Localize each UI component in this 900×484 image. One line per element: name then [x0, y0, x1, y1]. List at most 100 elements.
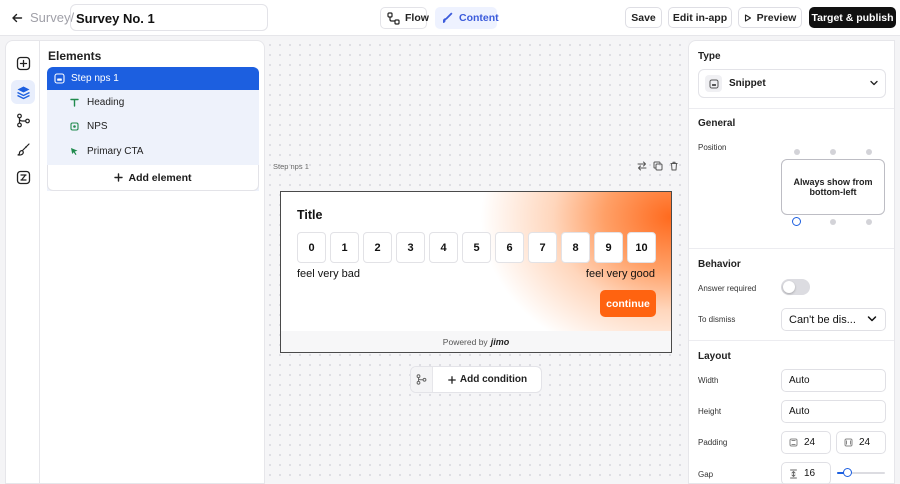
back-arrow-icon[interactable] [8, 9, 26, 27]
nps-low-label: feel very bad [297, 268, 360, 280]
height-input[interactable]: Auto [781, 400, 886, 423]
element-label: Heading [87, 97, 125, 108]
text-icon [70, 98, 79, 107]
play-icon [744, 13, 752, 22]
powered-by-text: Powered by [442, 336, 488, 347]
padding-horizontal-icon [844, 438, 853, 447]
nps-option[interactable]: 2 [363, 232, 392, 263]
continue-button[interactable]: continue [600, 290, 656, 317]
position-preview-card[interactable]: Always show from bottom-left [781, 159, 885, 215]
trash-icon[interactable] [669, 161, 679, 171]
add-element-label: Add element [128, 171, 192, 184]
branch-icon[interactable] [11, 108, 35, 132]
gap-slider-knob[interactable] [842, 468, 852, 477]
elements-panel: Elements Step nps 1 Heading NPS Primary … [39, 40, 265, 484]
element-label: NPS [87, 121, 108, 132]
chevron-down-icon [867, 315, 877, 323]
type-value: Snippet [729, 78, 766, 89]
padding-vertical-input[interactable]: 24 [781, 431, 831, 454]
position-dot-bottom-right[interactable] [866, 219, 872, 225]
type-section-title: Type [698, 51, 721, 62]
step-label: Step nps 1 [273, 162, 309, 171]
tab-content-label: Content [459, 12, 499, 24]
element-cta-row[interactable]: Primary CTA [47, 140, 259, 163]
top-bar: Survey/ Survey No. 1 Flow Content Save E… [0, 0, 900, 36]
to-dismiss-label: To dismiss [698, 315, 736, 324]
gap-icon [789, 469, 798, 479]
brush-icon[interactable] [11, 137, 35, 161]
gap-value: 16 [804, 468, 816, 479]
preview-label: Preview [756, 11, 797, 24]
to-dismiss-value: Can't be dis... [789, 313, 856, 326]
answer-required-label: Answer required [698, 284, 757, 293]
breadcrumb[interactable]: Survey/ [30, 10, 74, 25]
tool-rail [5, 40, 39, 484]
element-heading-row[interactable]: Heading [47, 91, 259, 114]
nps-option[interactable]: 5 [462, 232, 491, 263]
position-dot-bottom-left[interactable] [792, 217, 801, 226]
position-dot-top-left[interactable] [794, 149, 800, 155]
step-toolbar [637, 161, 679, 171]
padding-vertical-value: 24 [804, 437, 816, 448]
snippet-icon [705, 75, 722, 92]
add-condition-button[interactable]: Add condition [433, 367, 542, 392]
gap-slider[interactable] [837, 468, 885, 477]
answer-required-toggle[interactable] [781, 279, 810, 295]
layers-icon[interactable] [11, 80, 35, 104]
duplicate-icon[interactable] [653, 161, 663, 171]
position-dot-top-right[interactable] [866, 149, 872, 155]
nps-option[interactable]: 9 [594, 232, 623, 263]
tab-content[interactable]: Content [435, 7, 499, 29]
add-element-button[interactable]: Add element [47, 165, 259, 191]
properties-panel: Type Snippet General Position Always sho… [688, 40, 895, 484]
plus-icon [114, 173, 124, 182]
target-publish-button[interactable]: Target & publish [809, 7, 896, 28]
element-step-row[interactable]: Step nps 1 [47, 67, 259, 90]
swap-icon[interactable] [637, 161, 647, 171]
nps-option[interactable]: 10 [627, 232, 656, 263]
type-select[interactable]: Snippet [698, 69, 886, 98]
padding-horizontal-value: 24 [859, 437, 871, 448]
element-nps-row[interactable]: NPS [47, 115, 259, 138]
padding-horizontal-input[interactable]: 24 [836, 431, 886, 454]
nps-high-label: feel very good [585, 268, 655, 280]
nps-icon [70, 122, 79, 131]
plus-square-icon[interactable] [11, 51, 35, 75]
step-label: Step nps 1 [71, 73, 119, 84]
formula-icon[interactable] [11, 165, 35, 189]
preview-button[interactable]: Preview [738, 7, 802, 28]
width-input[interactable]: Auto [781, 369, 886, 392]
behavior-section-title: Behavior [698, 259, 741, 270]
nps-scale: 0 1 2 3 4 5 6 7 8 9 10 [297, 232, 656, 263]
nps-option[interactable]: 0 [297, 232, 326, 263]
content-brush-icon [441, 12, 454, 25]
save-button[interactable]: Save [625, 7, 662, 28]
divider [689, 108, 894, 109]
nps-option[interactable]: 6 [495, 232, 524, 263]
add-condition: Add condition [410, 366, 542, 393]
plus-icon [448, 375, 456, 384]
position-label: Position [698, 143, 727, 152]
snippet-preview[interactable]: Title 0 1 2 3 4 5 6 7 8 9 10 feel very b… [280, 191, 672, 353]
survey-name-input[interactable]: Survey No. 1 [70, 4, 268, 31]
edit-in-app-button[interactable]: Edit in-app [668, 7, 732, 28]
nps-option[interactable]: 4 [429, 232, 458, 263]
snippet-body: Title 0 1 2 3 4 5 6 7 8 9 10 feel very b… [281, 192, 671, 331]
elements-title: Elements [48, 49, 102, 63]
flow-icon [387, 11, 400, 25]
snippet-title[interactable]: Title [297, 208, 322, 222]
position-dot-top-center[interactable] [830, 149, 836, 155]
nps-option[interactable]: 7 [528, 232, 557, 263]
nps-option[interactable]: 1 [330, 232, 359, 263]
element-label: Primary CTA [87, 146, 144, 157]
padding-vertical-icon [789, 438, 798, 447]
nps-option[interactable]: 3 [396, 232, 425, 263]
divider [689, 340, 894, 341]
tab-flow[interactable]: Flow [380, 7, 429, 29]
tab-flow-label: Flow [405, 12, 429, 24]
gap-input[interactable]: 16 [781, 462, 831, 484]
to-dismiss-select[interactable]: Can't be dis... [781, 308, 886, 331]
width-label: Width [698, 376, 719, 385]
nps-option[interactable]: 8 [561, 232, 590, 263]
position-dot-bottom-center[interactable] [830, 219, 836, 225]
